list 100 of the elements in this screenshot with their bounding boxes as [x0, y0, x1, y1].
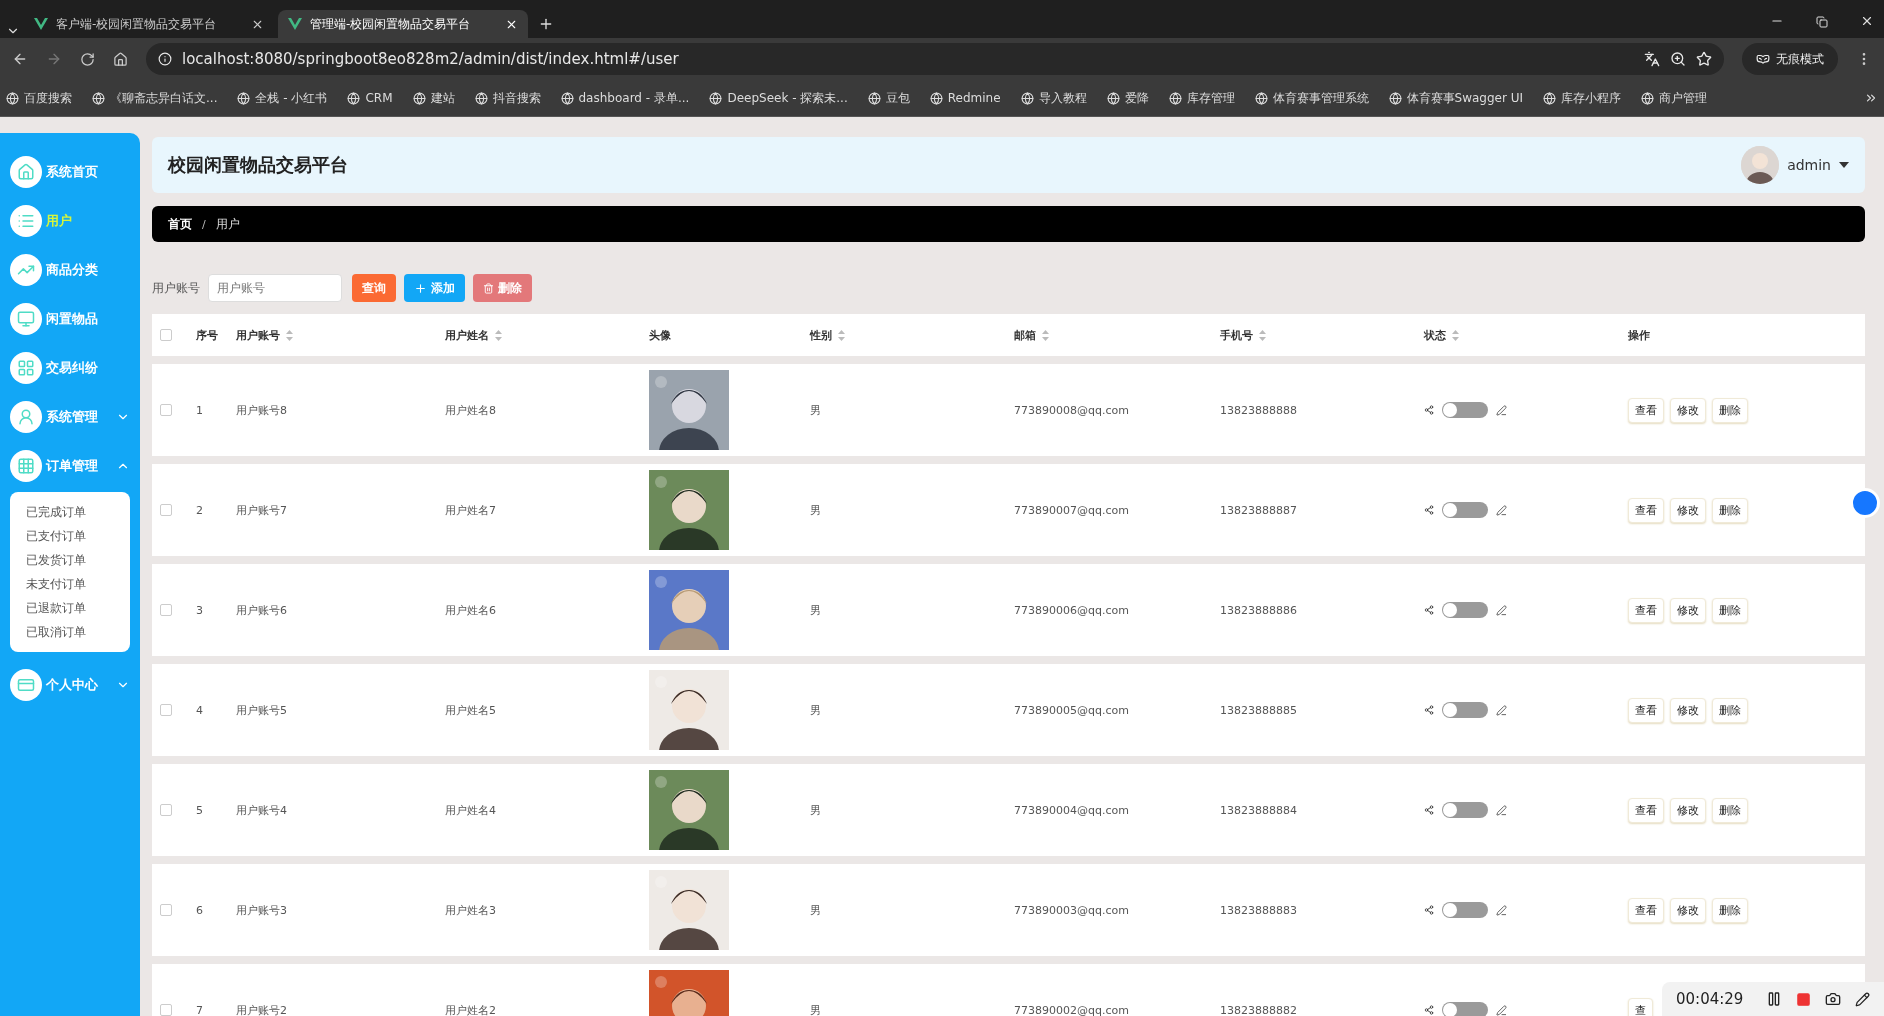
address-bar[interactable]: localhost:8080/springboot8eo828m2/admin/dist/index.html#/user [146, 43, 1724, 75]
edit-icon[interactable] [1496, 604, 1507, 616]
share-icon[interactable] [1424, 705, 1434, 715]
bookmark[interactable]: 导入教程 [1020, 89, 1087, 107]
breadcrumb-link[interactable]: 首页 [168, 215, 192, 233]
status-toggle[interactable] [1442, 1002, 1488, 1016]
bookmark[interactable]: 体育赛事管理系统 [1254, 89, 1369, 107]
browser-tab[interactable]: 管理端-校园闲置物品交易平台 [278, 10, 528, 38]
status-toggle[interactable] [1442, 802, 1488, 818]
checkbox[interactable] [160, 404, 172, 416]
bookmark[interactable]: 体育赛事Swagger UI [1388, 89, 1524, 107]
action-button[interactable]: 修改 [1670, 797, 1706, 823]
column-header[interactable]: 用户姓名 [445, 327, 502, 343]
bookmark[interactable]: dashboard - 录单... [560, 89, 690, 107]
forward-icon[interactable] [46, 51, 62, 67]
action-button[interactable]: 修改 [1670, 397, 1706, 423]
edit-icon[interactable] [1496, 404, 1507, 416]
bookmark[interactable]: 《聊斋志异白话文... [92, 89, 218, 107]
column-header[interactable]: 用户账号 [236, 327, 293, 343]
zoom-icon[interactable] [1670, 51, 1686, 67]
new-tab-icon[interactable] [538, 16, 554, 32]
bookmark[interactable]: 建站 [412, 89, 455, 107]
share-icon[interactable] [1424, 505, 1434, 515]
reload-icon[interactable] [80, 51, 95, 67]
translate-icon[interactable] [1644, 51, 1660, 67]
action-button[interactable]: 删除 [1712, 797, 1748, 823]
action-button[interactable]: 修改 [1670, 597, 1706, 623]
edit-icon[interactable] [1496, 704, 1507, 716]
share-icon[interactable] [1424, 405, 1434, 415]
checkbox[interactable] [160, 904, 172, 916]
edit-icon[interactable] [1496, 1004, 1507, 1016]
submenu-item[interactable]: 未支付订单 [10, 572, 130, 596]
column-header[interactable]: 手机号 [1220, 327, 1266, 343]
share-icon[interactable] [1424, 1005, 1434, 1015]
status-toggle[interactable] [1442, 402, 1488, 418]
home-icon[interactable] [113, 51, 128, 67]
star-icon[interactable] [1696, 51, 1712, 67]
back-icon[interactable] [12, 51, 28, 67]
column-header[interactable]: 邮箱 [1014, 327, 1049, 343]
more-bookmarks-icon[interactable] [1864, 91, 1878, 105]
bookmark[interactable]: 抖音搜索 [474, 89, 541, 107]
share-icon[interactable] [1424, 605, 1434, 615]
bookmark[interactable]: 爱降 [1106, 89, 1149, 107]
bookmark[interactable]: 库存小程序 [1543, 89, 1622, 107]
share-icon[interactable] [1424, 905, 1434, 915]
action-button[interactable]: 删除 [1712, 697, 1748, 723]
checkbox[interactable] [160, 329, 172, 341]
action-button[interactable]: 修改 [1670, 497, 1706, 523]
column-header[interactable]: 状态 [1424, 327, 1459, 343]
bookmark[interactable]: 百度搜索 [6, 89, 72, 107]
action-button[interactable]: 查看 [1628, 397, 1664, 423]
search-field[interactable]: 用户账号 [208, 274, 342, 302]
checkbox[interactable] [160, 804, 172, 816]
edit-icon[interactable] [1496, 904, 1507, 916]
bookmark[interactable]: CRM [347, 91, 393, 105]
restore-icon[interactable] [1816, 16, 1828, 28]
floating-icon[interactable] [1850, 488, 1880, 518]
checkbox[interactable] [160, 604, 172, 616]
action-button[interactable]: 查看 [1628, 897, 1664, 923]
status-toggle[interactable] [1442, 902, 1488, 918]
bookmark[interactable]: 商户管理 [1641, 89, 1708, 107]
action-button[interactable]: 删除 [1712, 397, 1748, 423]
stop-icon[interactable] [1796, 991, 1811, 1007]
action-button[interactable]: 查看 [1628, 497, 1664, 523]
submenu-item[interactable]: 已完成订单 [10, 500, 130, 524]
status-toggle[interactable] [1442, 502, 1488, 518]
submenu-item[interactable]: 已支付订单 [10, 524, 130, 548]
column-header[interactable]: 性别 [810, 327, 845, 343]
bookmark[interactable]: DeepSeek - 探索未... [709, 89, 848, 107]
edit-icon[interactable] [1496, 804, 1507, 816]
close-icon[interactable] [1860, 14, 1874, 28]
user-menu[interactable]: admin [1741, 146, 1849, 184]
action-button[interactable]: 删除 [1712, 597, 1748, 623]
pause-icon[interactable] [1766, 991, 1782, 1007]
bookmark[interactable]: 豆包 [867, 89, 910, 107]
browser-tab[interactable]: 客户端-校园闲置物品交易平台 [24, 10, 274, 38]
checkbox[interactable] [160, 504, 172, 516]
action-button[interactable]: 查看 [1628, 597, 1664, 623]
action-button[interactable]: 删除 [1712, 497, 1748, 523]
submenu-item[interactable]: 已取消订单 [10, 620, 130, 644]
action-button[interactable]: 删除 [1712, 897, 1748, 923]
action-button[interactable]: 查看 [1628, 797, 1664, 823]
action-button[interactable]: 查看 [1628, 697, 1664, 723]
action-button[interactable]: 修改 [1670, 697, 1706, 723]
incognito-button[interactable]: 无痕模式 [1742, 43, 1838, 75]
camera-icon[interactable] [1825, 991, 1841, 1007]
edit-icon[interactable] [1496, 504, 1507, 516]
submenu-item[interactable]: 已发货订单 [10, 548, 130, 572]
action-button[interactable]: 修改 [1670, 897, 1706, 923]
pen-icon[interactable] [1855, 991, 1870, 1007]
action-button[interactable]: 查 [1628, 997, 1653, 1016]
bookmark[interactable]: 库存管理 [1168, 89, 1235, 107]
checkbox[interactable] [160, 704, 172, 716]
info-icon[interactable] [158, 52, 172, 66]
status-toggle[interactable] [1442, 702, 1488, 718]
bookmark[interactable]: Redmine [929, 91, 1001, 105]
submenu-item[interactable]: 已退款订单 [10, 596, 130, 620]
share-icon[interactable] [1424, 805, 1434, 815]
checkbox[interactable] [160, 1004, 172, 1016]
status-toggle[interactable] [1442, 602, 1488, 618]
